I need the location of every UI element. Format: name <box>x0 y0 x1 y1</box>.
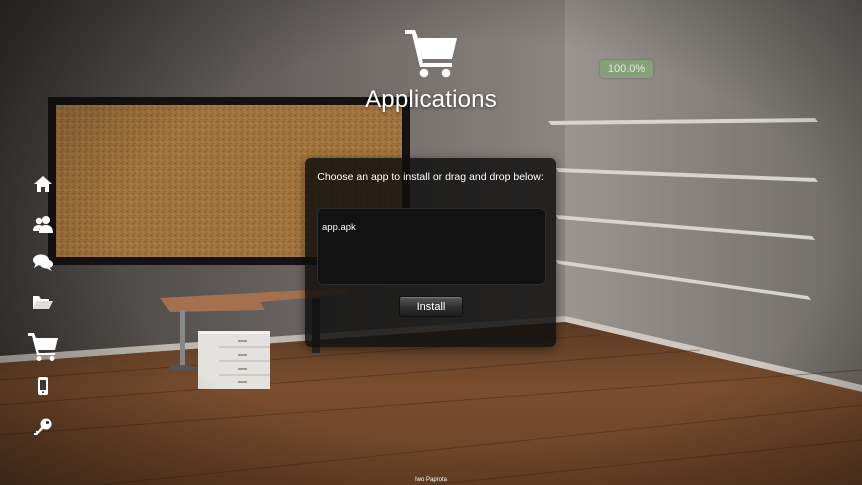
shopping-cart-icon <box>28 333 58 361</box>
sidebar-item-device[interactable] <box>28 377 58 401</box>
home-icon <box>34 176 52 192</box>
folder-open-icon <box>33 296 53 309</box>
shopping-cart-icon <box>405 30 457 78</box>
phone-icon <box>38 377 48 395</box>
install-prompt: Choose an app to install or drag and dro… <box>317 171 544 183</box>
footer-credit: Iwo Paprota <box>414 477 448 483</box>
progress-label: 100.0% <box>607 63 646 75</box>
install-dialog: Choose an app to install or drag and dro… <box>305 158 556 347</box>
chat-bubbles-icon <box>33 254 53 271</box>
sidebar-item-applications[interactable] <box>28 332 58 362</box>
install-button[interactable]: Install <box>399 296 463 317</box>
selected-file-name: app.apk <box>322 222 356 233</box>
key-icon <box>34 418 52 435</box>
sidebar-item-contacts[interactable] <box>28 215 58 239</box>
sidebar-item-settings[interactable] <box>28 418 58 442</box>
users-icon <box>33 216 53 233</box>
file-drop-zone[interactable]: app.apk <box>317 208 546 285</box>
sidebar-item-messages[interactable] <box>28 254 58 278</box>
page-title: Applications <box>365 86 497 113</box>
sidebar-item-home[interactable] <box>28 176 58 200</box>
sidebar-item-files[interactable] <box>28 294 58 318</box>
progress-indicator: 100.0% <box>600 60 653 78</box>
